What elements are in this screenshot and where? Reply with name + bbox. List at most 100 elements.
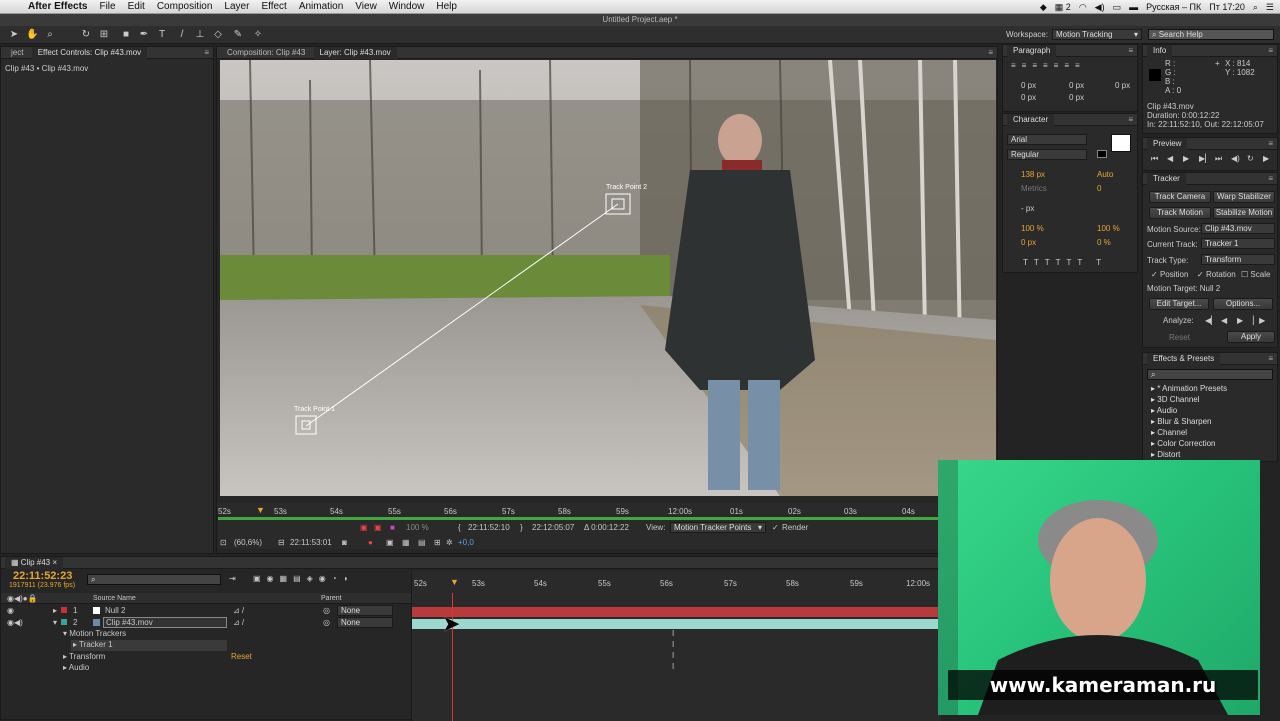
tab-project[interactable]: ject xyxy=(5,47,29,59)
stroke-color-swatch[interactable] xyxy=(1097,150,1107,158)
resolution-icon[interactable]: ⊡ xyxy=(220,538,227,547)
tab-layer[interactable]: Layer: Clip #43.mov xyxy=(313,47,397,59)
font-size-value[interactable]: 138 px xyxy=(1021,170,1045,179)
last-frame-icon[interactable]: ⏭ xyxy=(1215,154,1222,164)
baseline-shift-value[interactable]: 0 px xyxy=(1021,238,1036,247)
motion-source-dropdown[interactable]: Clip #43.mov xyxy=(1201,223,1275,234)
panel-menu-icon[interactable]: ≡ xyxy=(204,47,209,59)
transform-reset-link[interactable]: Reset xyxy=(231,652,252,661)
effects-category[interactable]: ▸ 3D Channel xyxy=(1151,395,1200,404)
rectangle-tool-icon[interactable]: ■ xyxy=(120,29,132,41)
analyze-forward-icon[interactable]: ▶ xyxy=(1237,316,1243,325)
camera-icon[interactable]: ◙ xyxy=(342,538,347,547)
space-after-value[interactable]: 0 px xyxy=(1069,93,1084,102)
ram-preview-icon[interactable]: ▶ xyxy=(1263,154,1269,163)
tracker-menu-icon[interactable]: ≡ xyxy=(1268,173,1273,185)
menu-animation[interactable]: Animation xyxy=(299,1,343,12)
horizontal-scale-value[interactable]: 100 % xyxy=(1097,224,1120,233)
expand-arrow-icon[interactable]: ▾ xyxy=(53,618,57,627)
warp-stabilizer-button[interactable]: Warp Stabilizer xyxy=(1213,191,1275,203)
eye-icon[interactable]: ◉◀) xyxy=(7,618,23,627)
grid-icon[interactable]: ⊞ xyxy=(434,538,441,547)
space-before-value[interactable]: 0 px xyxy=(1021,93,1036,102)
layer-time-ruler[interactable]: 52s 53s 54s 55s 56s 57s 58s 59s 12:00s 0… xyxy=(218,503,938,521)
info-menu-icon[interactable]: ≡ xyxy=(1268,45,1273,57)
in-time-value[interactable]: 22:11:52:10 xyxy=(468,523,510,532)
position-checkbox[interactable]: ✓ Position xyxy=(1151,270,1188,279)
workspace-dropdown[interactable]: Motion Tracking ▾ xyxy=(1052,29,1142,40)
analyze-forward-one-icon[interactable]: ▏▶ xyxy=(1253,316,1265,325)
eye-icon[interactable]: ◉ xyxy=(7,606,14,615)
list-icon[interactable]: ☰ xyxy=(1266,2,1274,13)
selection-tool-icon[interactable]: ➤ xyxy=(8,29,20,41)
effects-category[interactable]: ▸ Audio xyxy=(1151,406,1177,415)
edit-target-button[interactable]: Edit Target... xyxy=(1149,298,1209,310)
render-checkbox-icon[interactable]: ✓ xyxy=(772,523,779,532)
text-tool-icon[interactable]: T xyxy=(156,29,168,41)
spaces-icon[interactable]: ▦ 2 xyxy=(1055,2,1071,13)
timeline-switches-icon[interactable]: ⇥ xyxy=(229,574,236,583)
search-help-input[interactable]: ⌕ Search Help xyxy=(1148,29,1274,40)
layer-viewer[interactable]: Track Point 2 Track Point 1 xyxy=(220,60,996,496)
pen-tool-icon[interactable]: ✒ xyxy=(138,29,150,41)
source-name-header[interactable]: Source Name xyxy=(93,595,136,602)
expand-arrow-icon[interactable]: ▸ xyxy=(53,606,57,615)
wifi-icon[interactable]: ◠ xyxy=(1079,2,1087,13)
font-style-dropdown[interactable]: Regular xyxy=(1007,149,1087,160)
effects-category[interactable]: ▸ Blur & Sharpen xyxy=(1151,417,1212,426)
timeline-search-input[interactable]: ⌕ xyxy=(87,574,221,585)
effects-menu-icon[interactable]: ≡ xyxy=(1268,353,1273,365)
timeline-controls-icons[interactable]: ▣◉▦▤◈◉◔◑ xyxy=(253,574,353,583)
tracker1-row[interactable]: ▸ Tracker 1 xyxy=(71,640,227,651)
transform-row[interactable]: ▸ Transform xyxy=(63,652,105,661)
layer-row[interactable]: ◉ ▸ 1 Null 2 ⊿ / ◎ None xyxy=(1,605,411,616)
layer-label-color[interactable] xyxy=(61,619,67,625)
track-camera-button[interactable]: Track Camera xyxy=(1149,191,1211,203)
roto-tool-icon[interactable]: ✎ xyxy=(232,29,244,41)
layer-bar-clip[interactable] xyxy=(412,619,942,629)
track-type-dropdown[interactable]: Transform xyxy=(1201,254,1275,265)
character-menu-icon[interactable]: ≡ xyxy=(1128,114,1133,126)
effects-category[interactable]: ▸ * Animation Presets xyxy=(1151,384,1227,393)
tab-character[interactable]: Character xyxy=(1007,114,1055,126)
zoom-tool-icon[interactable]: ⌕ xyxy=(44,29,56,41)
analyze-back-one-icon[interactable]: ◀▏ xyxy=(1205,316,1217,325)
options-button[interactable]: Options... xyxy=(1213,298,1273,310)
timeline-graph-area[interactable]: 52s 53s 54s 55s 56s 57s 58s 59s 12:00s ▼… xyxy=(411,571,942,721)
channel-magenta-icon[interactable]: ■ xyxy=(390,523,395,532)
tab-info[interactable]: Info xyxy=(1147,45,1173,57)
parent-dropdown[interactable]: None xyxy=(337,605,393,616)
dropbox-icon[interactable]: ◆ xyxy=(1040,2,1047,13)
layer-name[interactable]: Null 2 xyxy=(105,606,125,615)
keyframe-icon[interactable]: I xyxy=(672,651,674,660)
tab-effects-presets[interactable]: Effects & Presets xyxy=(1147,353,1221,365)
tab-timeline-clip43[interactable]: ▦ Clip #43 × xyxy=(5,557,64,569)
preview-menu-icon[interactable]: ≡ xyxy=(1268,138,1273,150)
mask-icon[interactable]: ▤ xyxy=(418,538,426,547)
layer-name-field[interactable]: Clip #43.mov xyxy=(103,617,227,628)
out-point-icon[interactable]: } xyxy=(520,523,523,532)
parent-pickwhip-icon[interactable]: ◎ xyxy=(323,618,330,627)
next-frame-icon[interactable]: ▶▏ xyxy=(1199,154,1211,163)
leading-value[interactable]: Auto xyxy=(1097,170,1113,179)
exposure-value[interactable]: +0,0 xyxy=(458,538,474,547)
menu-composition[interactable]: Composition xyxy=(157,1,213,12)
timeline-current-time[interactable]: 22:11:52:23 xyxy=(13,570,72,582)
rotate-tool-icon[interactable]: ↻ xyxy=(80,29,92,41)
layer-bar-null[interactable] xyxy=(412,607,942,617)
eraser-tool-icon[interactable]: ◇ xyxy=(212,29,224,41)
channel-red-icon[interactable]: ▣ xyxy=(374,523,382,532)
app-name-menu[interactable]: After Effects xyxy=(28,1,87,12)
puppet-tool-icon[interactable]: ✧ xyxy=(252,29,264,41)
menu-layer[interactable]: Layer xyxy=(224,1,249,12)
zoom-value[interactable]: (60,6%) xyxy=(234,538,262,547)
keyframe-icon[interactable]: I xyxy=(672,640,674,649)
apply-button[interactable]: Apply xyxy=(1227,331,1275,343)
menu-window[interactable]: Window xyxy=(389,1,425,12)
layer-switches-icon[interactable]: ⊿ / xyxy=(233,618,244,627)
region-icon[interactable]: ▣ xyxy=(386,538,394,547)
audio-row[interactable]: ▸ Audio xyxy=(63,663,89,672)
viewer-timecode[interactable]: 22:11:53:01 xyxy=(290,538,332,547)
tab-paragraph[interactable]: Paragraph xyxy=(1007,45,1057,57)
view-dropdown[interactable]: Motion Tracker Points ▾ xyxy=(670,522,766,533)
